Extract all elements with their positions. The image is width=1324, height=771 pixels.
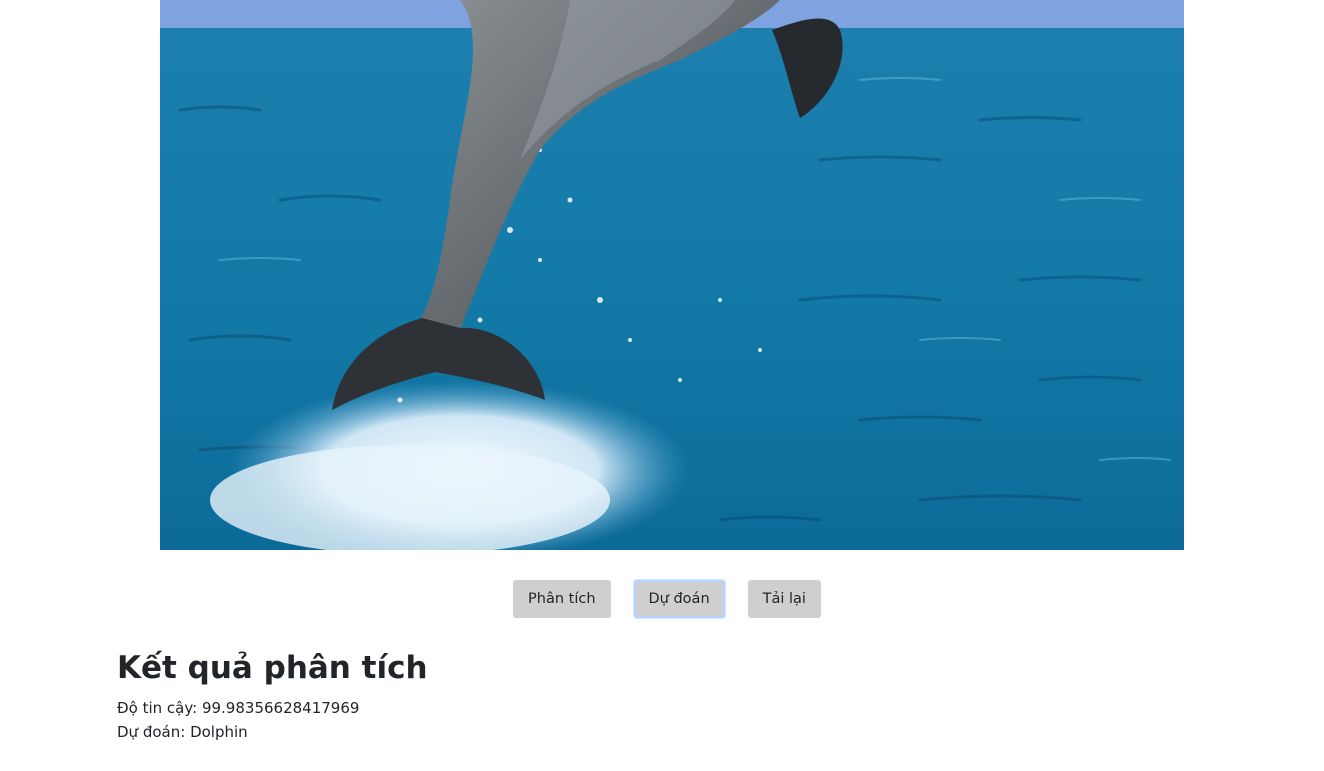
confidence-value: 99.98356628417969 xyxy=(201,699,360,717)
confidence-line: Độ tin cậy: 99.98356628417969 xyxy=(117,696,428,720)
reload-button[interactable]: Tải lại xyxy=(747,580,821,618)
prediction-label: Dự đoán: xyxy=(117,723,186,741)
analyze-button[interactable]: Phân tích xyxy=(513,580,611,618)
results-heading: Kết quả phân tích xyxy=(117,650,428,686)
confidence-label: Độ tin cậy: xyxy=(117,699,198,717)
predict-button[interactable]: Dự đoán xyxy=(633,580,725,618)
page: Phân tích Dự đoán Tải lại Kết quả phân t… xyxy=(0,0,1324,771)
results-section: Kết quả phân tích Độ tin cậy: 99.9835662… xyxy=(117,648,428,744)
action-bar: Phân tích Dự đoán Tải lại xyxy=(0,580,1324,618)
uploaded-image xyxy=(160,0,1184,550)
prediction-value: Dolphin xyxy=(190,723,248,741)
prediction-line: Dự đoán: Dolphin xyxy=(117,720,428,744)
